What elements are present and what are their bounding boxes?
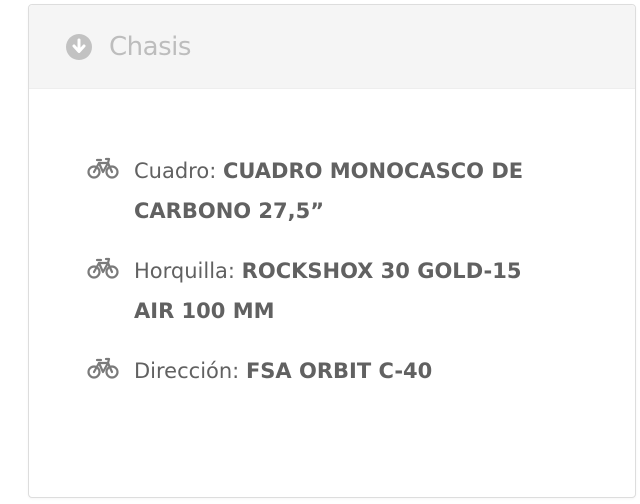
spec-item-horquilla: Horquilla: ROCKSHOX 30 GOLD-15 AIR 100 M… <box>87 251 605 331</box>
spec-item-cuadro: Cuadro: CUADRO MONOCASCO DE CARBONO 27,5… <box>87 151 605 231</box>
bicycle-icon <box>87 356 119 380</box>
specs-list: Cuadro: CUADRO MONOCASCO DE CARBONO 27,5… <box>29 89 635 391</box>
bicycle-icon <box>87 256 119 280</box>
spec-label: Cuadro: <box>134 159 223 183</box>
spec-item-direccion: Dirección: FSA ORBIT C-40 <box>87 351 605 391</box>
chasis-panel: Chasis Cuadro: CUADRO MONOCASCO DE CARBO <box>28 4 636 498</box>
spec-label: Horquilla: <box>134 259 242 283</box>
arrow-circle-down-icon[interactable] <box>65 33 93 61</box>
panel-header-toggle[interactable]: Chasis <box>29 5 635 89</box>
panel-title: Chasis <box>109 31 191 62</box>
spec-label: Dirección: <box>134 359 246 383</box>
bicycle-icon <box>87 156 119 180</box>
spec-value: FSA ORBIT C-40 <box>245 359 433 383</box>
